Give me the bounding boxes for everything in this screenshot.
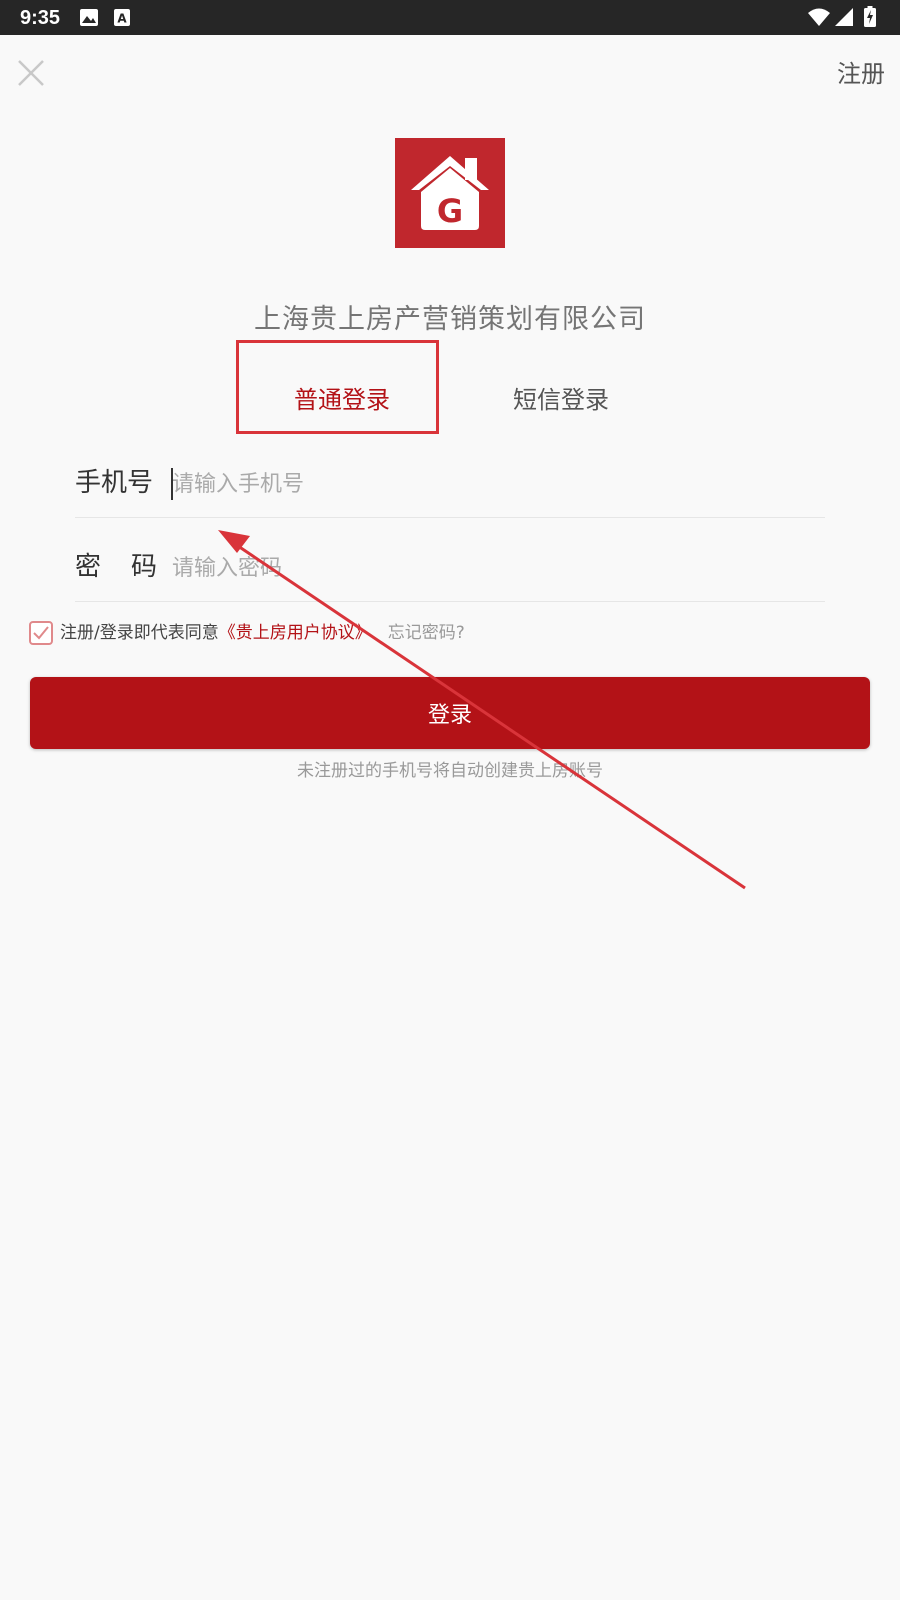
company-name: 上海贵上房产营销策划有限公司 [254,304,646,335]
cellular-signal-icon [835,8,853,26]
phone-input[interactable] [172,464,812,504]
agreement-text: 注册/登录即代表同意 [60,623,219,643]
status-bar: 9:35 A [0,0,900,35]
login-button[interactable]: 登录 [30,677,870,749]
logo-letter: G [437,192,463,230]
password-divider [75,601,825,602]
tab-sms-login[interactable]: 短信登录 [513,382,609,418]
close-icon [18,60,44,86]
wifi-icon [808,8,830,26]
image-icon [80,9,98,26]
agreement-checkbox[interactable] [29,621,53,645]
status-time: 9:35 [20,7,61,29]
app-logo: G [395,138,505,248]
user-agreement-link[interactable]: 《贵上房用户协议》 [219,623,372,643]
auto-register-hint: 未注册过的手机号将自动创建贵上房账号 [297,761,603,781]
svg-text:A: A [117,12,127,26]
tab-normal-login[interactable]: 普通登录 [294,382,390,418]
forgot-password-link[interactable]: 忘记密码? [388,623,465,643]
password-input[interactable] [172,548,812,588]
check-icon [33,626,49,640]
battery-charging-icon [864,6,876,27]
phone-label: 手机号 [75,468,154,498]
agreement-row: 注册/登录即代表同意《贵上房用户协议》 忘记密码? [60,620,465,646]
phone-divider [75,517,825,518]
register-link[interactable]: 注册 [837,58,885,90]
active-tab-indicator [289,431,394,434]
password-label: 密码 [75,552,157,582]
close-button[interactable] [14,56,48,90]
text-caret [171,468,173,500]
a-notification-icon: A [114,9,130,26]
